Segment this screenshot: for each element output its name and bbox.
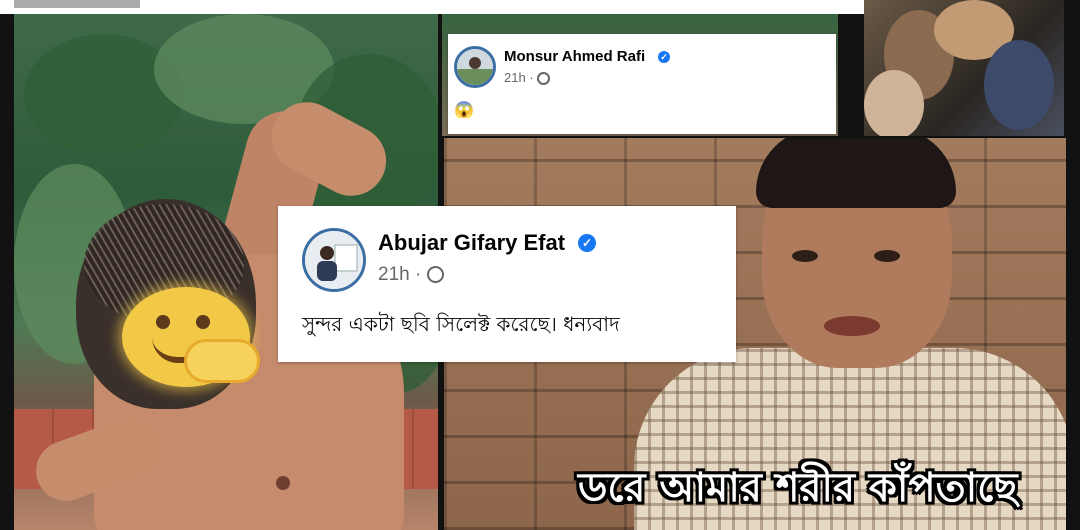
comment-meta: 21h · (378, 264, 444, 286)
profile-photo-icon (457, 49, 493, 85)
comment-card: Abujar Gifary Efat ✓ 21h · সুন্দর একটা ছ… (278, 206, 736, 362)
avatar[interactable] (302, 228, 366, 292)
crowd-photo (864, 0, 1064, 136)
verified-badge-icon: ✓ (658, 51, 670, 63)
meme-caption: ডরে আমার শরীর কাঁপতাছে (578, 465, 1018, 511)
comment-time[interactable]: 21h · (378, 264, 421, 285)
comment-text: 😱 (454, 102, 474, 119)
cropped-text-fragment (14, 0, 140, 8)
comment-author[interactable]: Monsur Ahmed Rafi (504, 48, 645, 65)
comment-time[interactable]: 21h · (504, 70, 534, 85)
right-border (1066, 0, 1080, 530)
globe-icon (537, 72, 551, 86)
left-border (0, 14, 14, 530)
hugging-face-emoji-censor (122, 287, 260, 387)
comment-text: সুন্দর একটা ছবি সিলেক্ট করেছে। ধন্যবাদ (302, 312, 620, 336)
comment-card: Monsur Ahmed Rafi ✓ 21h · 😱 (448, 34, 836, 134)
globe-icon (426, 266, 444, 284)
profile-photo-icon (305, 231, 363, 289)
avatar[interactable] (454, 46, 496, 88)
comment-meta: 21h · (504, 70, 551, 86)
verified-badge-icon: ✓ (578, 234, 596, 252)
comment-author[interactable]: Abujar Gifary Efat (378, 230, 565, 256)
